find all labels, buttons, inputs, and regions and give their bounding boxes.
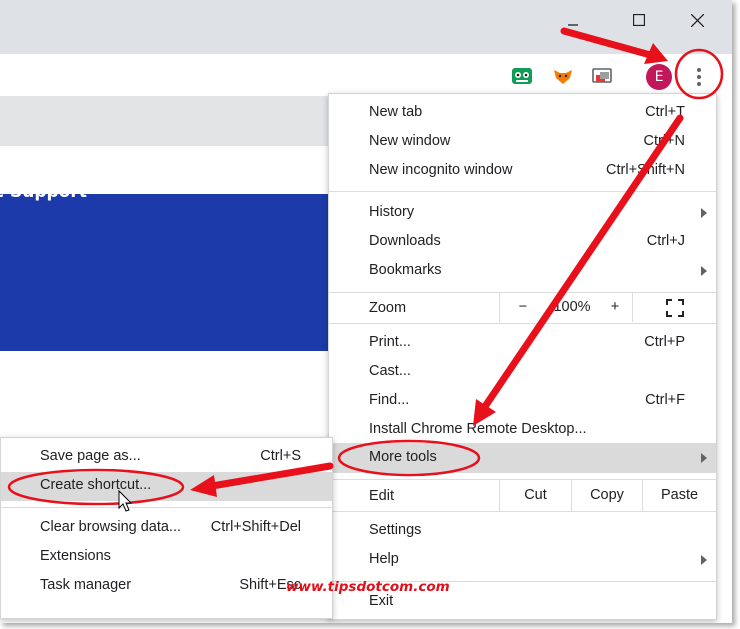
maximize-icon	[633, 14, 645, 26]
watermark: www.tipsdotcom.com	[286, 579, 450, 595]
menu-item-shortcut: Ctrl+P	[644, 334, 685, 350]
menu-item-settings[interactable]: Settings	[329, 517, 716, 546]
submenu-item-label: Task manager	[40, 577, 132, 593]
maximize-button[interactable]	[616, 6, 662, 34]
minimize-button[interactable]	[550, 6, 596, 34]
title-bar	[0, 0, 732, 54]
chrome-main-menu: New tab Ctrl+T New window Ctrl+N New inc…	[328, 93, 717, 620]
menu-item-label: New incognito window	[369, 162, 513, 178]
extension-green-icon[interactable]	[511, 66, 533, 86]
submenu-item-label: Save page as...	[40, 448, 141, 464]
minimize-icon	[568, 24, 578, 26]
kebab-menu-icon[interactable]	[690, 62, 708, 92]
banner-text: c Support	[0, 182, 87, 202]
submenu-item-task-manager[interactable]: Task manager Shift+Esc	[1, 572, 332, 601]
chevron-right-icon	[701, 555, 707, 565]
submenu-item-clear-browsing-data[interactable]: Clear browsing data... Ctrl+Shift+Del	[1, 514, 332, 543]
menu-item-edit: Edit Cut Copy Paste	[329, 480, 716, 511]
menu-item-label: History	[369, 204, 415, 220]
copy-button[interactable]: Copy	[572, 480, 642, 509]
menu-item-label: Help	[369, 551, 399, 567]
menu-divider	[329, 191, 716, 192]
chevron-right-icon	[701, 266, 707, 276]
extension-fox-icon[interactable]	[552, 66, 574, 86]
menu-item-install-remote-desktop[interactable]: Install Chrome Remote Desktop...	[329, 416, 716, 445]
chevron-right-icon	[701, 208, 707, 218]
fullscreen-button[interactable]	[633, 293, 716, 322]
menu-divider	[329, 511, 716, 512]
menu-item-help[interactable]: Help	[329, 546, 716, 575]
submenu-item-label: Clear browsing data...	[40, 519, 182, 535]
menu-item-shortcut: Ctrl+F	[645, 392, 685, 408]
fullscreen-icon	[665, 299, 684, 317]
menu-item-new-window[interactable]: New window Ctrl+N	[329, 128, 716, 157]
submenu-item-create-shortcut[interactable]: Create shortcut...	[1, 472, 332, 501]
menu-item-label: Install Chrome Remote Desktop...	[369, 421, 587, 437]
menu-item-label: New window	[369, 133, 451, 149]
menu-item-new-incognito-window[interactable]: New incognito window Ctrl+Shift+N	[329, 157, 716, 186]
close-icon	[690, 13, 704, 27]
menu-item-history[interactable]: History	[329, 199, 716, 228]
menu-item-label: Print...	[369, 334, 411, 350]
zoom-in-button[interactable]: +	[598, 293, 632, 322]
menu-item-label: Bookmarks	[369, 262, 442, 278]
menu-item-bookmarks[interactable]: Bookmarks	[329, 257, 716, 286]
zoom-label: Zoom	[369, 300, 407, 316]
menu-item-label: Settings	[369, 522, 422, 538]
menu-item-print[interactable]: Print... Ctrl+P	[329, 329, 716, 358]
submenu-item-shortcut: Ctrl+S	[260, 448, 301, 464]
menu-item-shortcut: Ctrl+N	[643, 133, 686, 149]
menu-divider	[329, 323, 716, 324]
menu-item-new-tab[interactable]: New tab Ctrl+T	[329, 99, 716, 128]
zoom-out-button[interactable]: −	[500, 293, 546, 322]
menu-item-label: Find...	[369, 392, 410, 408]
more-tools-submenu: Save page as... Ctrl+S Create shortcut..…	[0, 437, 333, 619]
menu-item-label: Exit	[369, 593, 394, 609]
submenu-item-label: Extensions	[40, 548, 111, 564]
paste-button[interactable]: Paste	[643, 480, 716, 509]
submenu-item-save-page-as[interactable]: Save page as... Ctrl+S	[1, 443, 332, 472]
menu-item-shortcut: Ctrl+Shift+N	[606, 162, 685, 178]
menu-item-cast[interactable]: Cast...	[329, 358, 716, 387]
menu-item-downloads[interactable]: Downloads Ctrl+J	[329, 228, 716, 257]
menu-item-find[interactable]: Find... Ctrl+F	[329, 387, 716, 416]
toolbar: E	[0, 54, 732, 96]
profile-avatar[interactable]: E	[646, 64, 672, 90]
zoom-level: 100%	[553, 299, 591, 315]
browser-window: E c Support New tab Ctrl+T New window Ct…	[0, 0, 732, 623]
cut-button[interactable]: Cut	[500, 480, 571, 509]
page-header-bar	[0, 96, 330, 146]
menu-item-label: Cast...	[369, 363, 411, 379]
menu-item-shortcut: Ctrl+T	[645, 104, 685, 120]
edit-label: Edit	[369, 488, 394, 504]
chevron-right-icon	[701, 453, 707, 463]
close-button[interactable]	[674, 6, 720, 34]
menu-item-label: New tab	[369, 104, 423, 120]
menu-item-label: More tools	[369, 449, 437, 465]
page-banner: c Support	[0, 182, 330, 351]
submenu-divider	[1, 507, 332, 508]
cast-extension-icon[interactable]	[591, 66, 613, 86]
menu-item-zoom: Zoom − 100% +	[329, 293, 716, 322]
submenu-item-label: Create shortcut...	[40, 477, 152, 493]
submenu-item-shortcut: Ctrl+Shift+Del	[210, 519, 301, 535]
menu-item-more-tools[interactable]: More tools	[329, 443, 716, 473]
submenu-item-extensions[interactable]: Extensions	[1, 543, 332, 572]
menu-item-shortcut: Ctrl+J	[646, 233, 685, 249]
menu-item-label: Downloads	[369, 233, 441, 249]
